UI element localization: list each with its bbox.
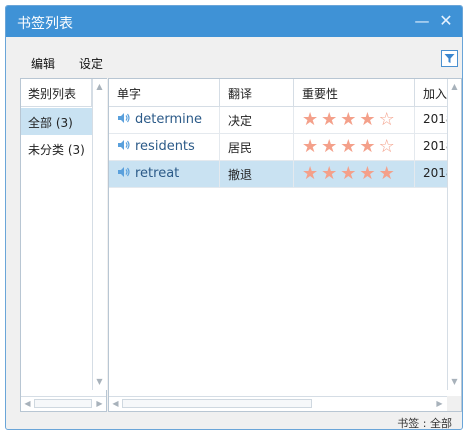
importance-cell[interactable]: ★ ★ ★ ★ ☆ xyxy=(294,134,415,160)
menu-settings[interactable]: 设定 xyxy=(79,55,103,72)
close-button[interactable]: ✕ xyxy=(436,11,456,31)
scroll-down-arrow-icon[interactable]: ▼ xyxy=(450,377,459,386)
word-text: determine xyxy=(135,112,202,127)
category-item-uncategorized[interactable]: 未分类 (3) xyxy=(21,135,92,162)
star-empty-icon[interactable]: ☆ xyxy=(379,136,395,157)
star-filled-icon[interactable]: ★ xyxy=(302,109,318,130)
scrollbar-corner xyxy=(447,396,461,411)
word-cell: retreat xyxy=(109,161,220,187)
scroll-up-arrow-icon[interactable]: ▲ xyxy=(95,82,104,91)
category-label: 未分类 (3) xyxy=(28,143,85,157)
star-filled-icon[interactable]: ★ xyxy=(340,163,356,184)
speaker-icon[interactable] xyxy=(117,139,131,151)
table-row[interactable]: determine 决定 ★ ★ ★ ★ ☆ 2018 xyxy=(109,107,454,134)
filter-button[interactable] xyxy=(441,50,458,67)
scroll-left-arrow-icon[interactable]: ◀ xyxy=(23,399,32,408)
star-filled-icon[interactable]: ★ xyxy=(302,136,318,157)
menu-edit[interactable]: 编辑 xyxy=(31,55,55,72)
translation-cell: 决定 xyxy=(220,107,294,133)
status-bar: 书签 : 全部 xyxy=(397,417,452,430)
table-row[interactable]: retreat 撤退 ★ ★ ★ ★ ★ 2018 xyxy=(109,161,454,188)
category-header: 类别列表 xyxy=(21,79,92,107)
star-filled-icon[interactable]: ★ xyxy=(302,163,318,184)
star-filled-icon[interactable]: ★ xyxy=(321,163,337,184)
scroll-right-arrow-icon[interactable]: ▶ xyxy=(435,399,444,408)
scroll-right-arrow-icon[interactable]: ▶ xyxy=(95,399,104,408)
star-filled-icon[interactable]: ★ xyxy=(321,136,337,157)
translation-cell: 居民 xyxy=(220,134,294,160)
window-title: 书签列表 xyxy=(17,16,73,32)
star-filled-icon[interactable]: ★ xyxy=(379,163,395,184)
column-word[interactable]: 单字 xyxy=(109,79,220,106)
category-vertical-scrollbar[interactable]: ▲ ▼ xyxy=(92,79,107,390)
filter-icon xyxy=(444,54,455,63)
title-bar[interactable]: 书签列表 — ✕ xyxy=(6,6,462,37)
importance-cell[interactable]: ★ ★ ★ ★ ★ xyxy=(294,161,415,187)
table-header: 单字 翻译 重要性 加入 xyxy=(109,79,447,107)
star-filled-icon[interactable]: ★ xyxy=(359,109,375,130)
star-filled-icon[interactable]: ★ xyxy=(340,136,356,157)
word-text: residents xyxy=(135,139,195,154)
star-filled-icon[interactable]: ★ xyxy=(359,136,375,157)
category-horizontal-scrollbar[interactable]: ◀ ▶ xyxy=(21,396,106,411)
star-filled-icon[interactable]: ★ xyxy=(359,163,375,184)
speaker-icon[interactable] xyxy=(117,166,131,178)
importance-cell[interactable]: ★ ★ ★ ★ ☆ xyxy=(294,107,415,133)
word-table-panel: 单字 翻译 重要性 加入 determine 决定 ★ ★ ★ ★ ☆ 2018 residen… xyxy=(108,78,462,412)
column-importance[interactable]: 重要性 xyxy=(294,79,415,106)
speaker-icon[interactable] xyxy=(117,112,131,124)
category-item-all[interactable]: 全部 (3) xyxy=(21,108,92,135)
word-cell: residents xyxy=(109,134,220,160)
minimize-button[interactable]: — xyxy=(412,11,432,31)
word-text: retreat xyxy=(135,166,180,181)
scroll-thumb[interactable] xyxy=(122,399,312,408)
translation-cell: 撤退 xyxy=(220,161,294,187)
star-filled-icon[interactable]: ★ xyxy=(321,109,337,130)
menu-bar: 编辑 设定 xyxy=(6,37,462,73)
scroll-left-arrow-icon[interactable]: ◀ xyxy=(111,399,120,408)
table-row[interactable]: residents 居民 ★ ★ ★ ★ ☆ 2018 xyxy=(109,134,454,161)
scroll-up-arrow-icon[interactable]: ▲ xyxy=(450,82,459,91)
category-label: 全部 (3) xyxy=(28,116,73,130)
star-filled-icon[interactable]: ★ xyxy=(340,109,356,130)
scroll-thumb[interactable] xyxy=(34,399,92,408)
category-panel: 类别列表 全部 (3) 未分类 (3) ▲ ▼ ◀ ▶ xyxy=(20,78,107,412)
word-cell: determine xyxy=(109,107,220,133)
bookmark-list-window: 书签列表 — ✕ 编辑 设定 类别列表 全部 (3) 未分类 (3) ▲ ▼ ◀… xyxy=(5,5,463,430)
table-vertical-scrollbar[interactable]: ▲ ▼ xyxy=(447,79,461,390)
table-horizontal-scrollbar[interactable]: ◀ ▶ xyxy=(109,396,461,411)
column-translation[interactable]: 翻译 xyxy=(220,79,294,106)
scroll-down-arrow-icon[interactable]: ▼ xyxy=(95,377,104,386)
star-empty-icon[interactable]: ☆ xyxy=(379,109,395,130)
